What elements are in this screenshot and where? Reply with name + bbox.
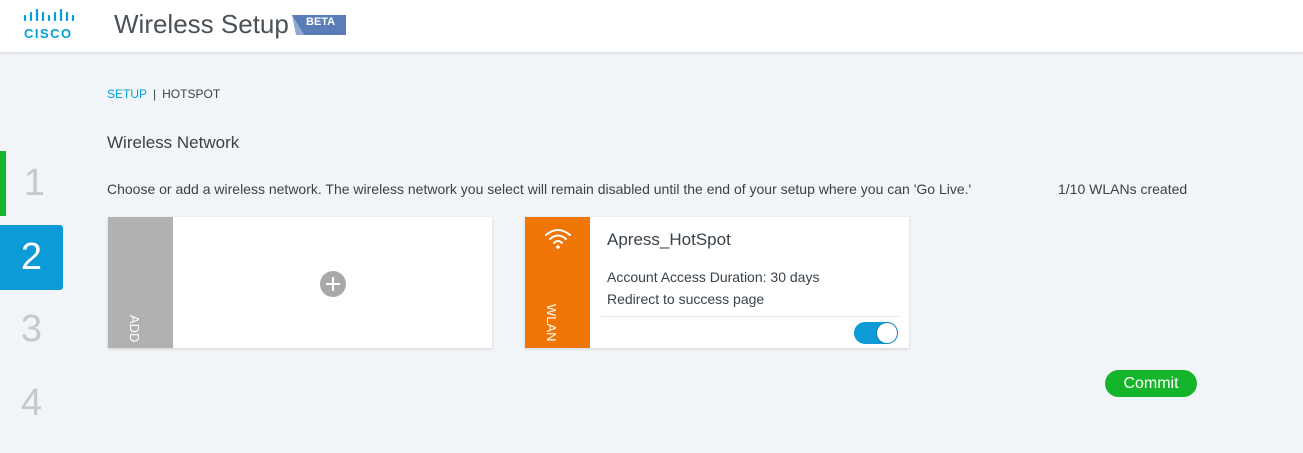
breadcrumb-link-setup[interactable]: SETUP <box>107 87 147 101</box>
step-3[interactable]: 3 <box>0 297 63 362</box>
app-title: Wireless Setup <box>114 9 289 39</box>
step-number: 2 <box>20 236 43 278</box>
section-title: Wireless Network <box>107 133 240 152</box>
plus-circle-icon[interactable] <box>320 271 346 297</box>
wifi-icon <box>545 229 571 249</box>
wlan-card[interactable]: WLAN Apress_HotSpot Account Access Durat… <box>525 217 909 348</box>
step-1[interactable]: 1 <box>0 151 63 216</box>
breadcrumb-current: HOTSPOT <box>162 87 221 101</box>
cisco-bars-icon <box>23 9 75 22</box>
wlan-name: Apress_HotSpot <box>607 230 731 249</box>
toggle-knob <box>877 323 897 343</box>
section-description: Choose or add a wireless network. The wi… <box>107 181 972 197</box>
step-4[interactable]: 4 <box>0 371 63 436</box>
beta-badge: BETA <box>292 13 346 37</box>
step-2[interactable]: 2 <box>0 225 63 290</box>
breadcrumb: SETUP | HOTSPOT <box>107 87 220 101</box>
wlan-count: 1/10 WLANs created <box>1058 181 1188 197</box>
wlan-strip-label: WLAN <box>544 304 559 342</box>
logo-text: CISCO <box>24 26 73 41</box>
wlan-access-duration: Account Access Duration: 30 days <box>607 269 820 285</box>
step-number: 4 <box>20 382 43 424</box>
step-number: 1 <box>23 162 46 204</box>
wlan-strip: WLAN <box>525 217 590 348</box>
add-strip: ADD <box>108 217 173 348</box>
add-network-card[interactable]: ADD <box>108 217 492 348</box>
cisco-logo[interactable]: CISCO <box>22 9 76 41</box>
add-strip-label: ADD <box>127 314 142 342</box>
wlan-redirect: Redirect to success page <box>607 291 765 307</box>
beta-label: BETA <box>306 16 336 28</box>
breadcrumb-separator: | <box>153 87 157 101</box>
commit-button[interactable]: Commit <box>1105 370 1197 397</box>
app-header: CISCO Wireless Setup BETA <box>0 0 1303 53</box>
step-number: 3 <box>20 308 43 350</box>
wlan-enable-toggle[interactable] <box>854 322 898 344</box>
card-divider <box>601 316 899 317</box>
